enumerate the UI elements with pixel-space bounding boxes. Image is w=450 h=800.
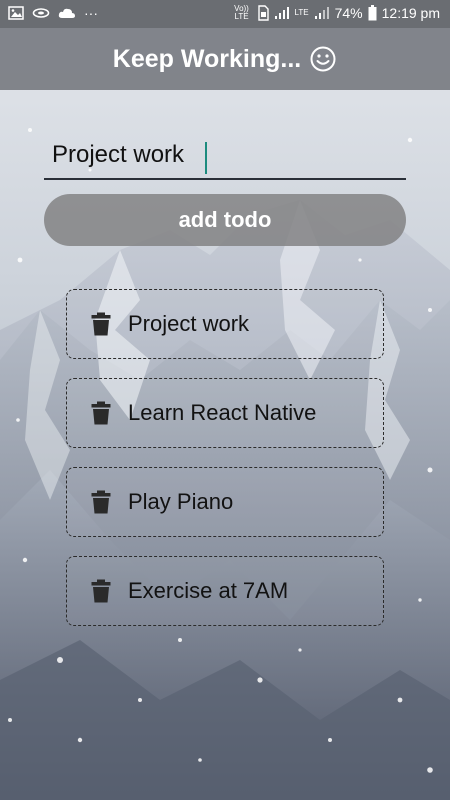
- clock: 12:19 pm: [381, 5, 440, 21]
- todo-label: Project work: [128, 311, 250, 336]
- more-notifications-indicator: ···: [84, 5, 98, 21]
- page-title: Keep Working...: [112, 44, 302, 73]
- todo-item[interactable]: Play Piano: [66, 467, 384, 537]
- link-icon: [32, 8, 50, 18]
- todo-item[interactable]: Learn React Native: [66, 378, 384, 448]
- signal-icon-2: [314, 7, 329, 19]
- trash-icon[interactable]: [91, 490, 111, 514]
- battery-icon: [368, 5, 377, 21]
- todo-item[interactable]: Project work: [66, 289, 384, 359]
- status-right: Vo)) LTE LTE 74% 12:19 pm: [232, 4, 440, 22]
- app-screen: ··· Vo)) LTE LTE 74% 12:19 pm Keep Worki…: [0, 0, 450, 800]
- lte-indicator: LTE: [294, 8, 309, 17]
- trash-icon[interactable]: [91, 401, 111, 425]
- text-caret: [205, 142, 207, 174]
- image-icon: [8, 6, 24, 20]
- signal-icon: [274, 7, 289, 19]
- cloud-icon: [58, 8, 75, 18]
- todo-item[interactable]: Exercise at 7AM: [66, 556, 384, 626]
- todo-label: Exercise at 7AM: [128, 578, 289, 603]
- status-left: ···: [8, 5, 98, 21]
- todo-label: Play Piano: [128, 489, 234, 514]
- smiley-icon: [310, 46, 336, 72]
- todo-list: Project work Learn React Native Play Pia…: [66, 289, 384, 645]
- battery-percent: 74%: [334, 5, 363, 21]
- sim-icon: [257, 5, 269, 21]
- trash-icon[interactable]: [91, 312, 111, 336]
- volte-indicator: Vo)) LTE: [234, 4, 249, 21]
- app-header: Keep Working...: [0, 28, 450, 90]
- status-bar: ··· Vo)) LTE LTE 74% 12:19 pm: [0, 0, 450, 28]
- todo-label: Learn React Native: [128, 400, 317, 425]
- trash-icon[interactable]: [91, 579, 111, 603]
- todo-input[interactable]: [44, 136, 406, 180]
- add-todo-button[interactable]: add todo: [44, 194, 406, 246]
